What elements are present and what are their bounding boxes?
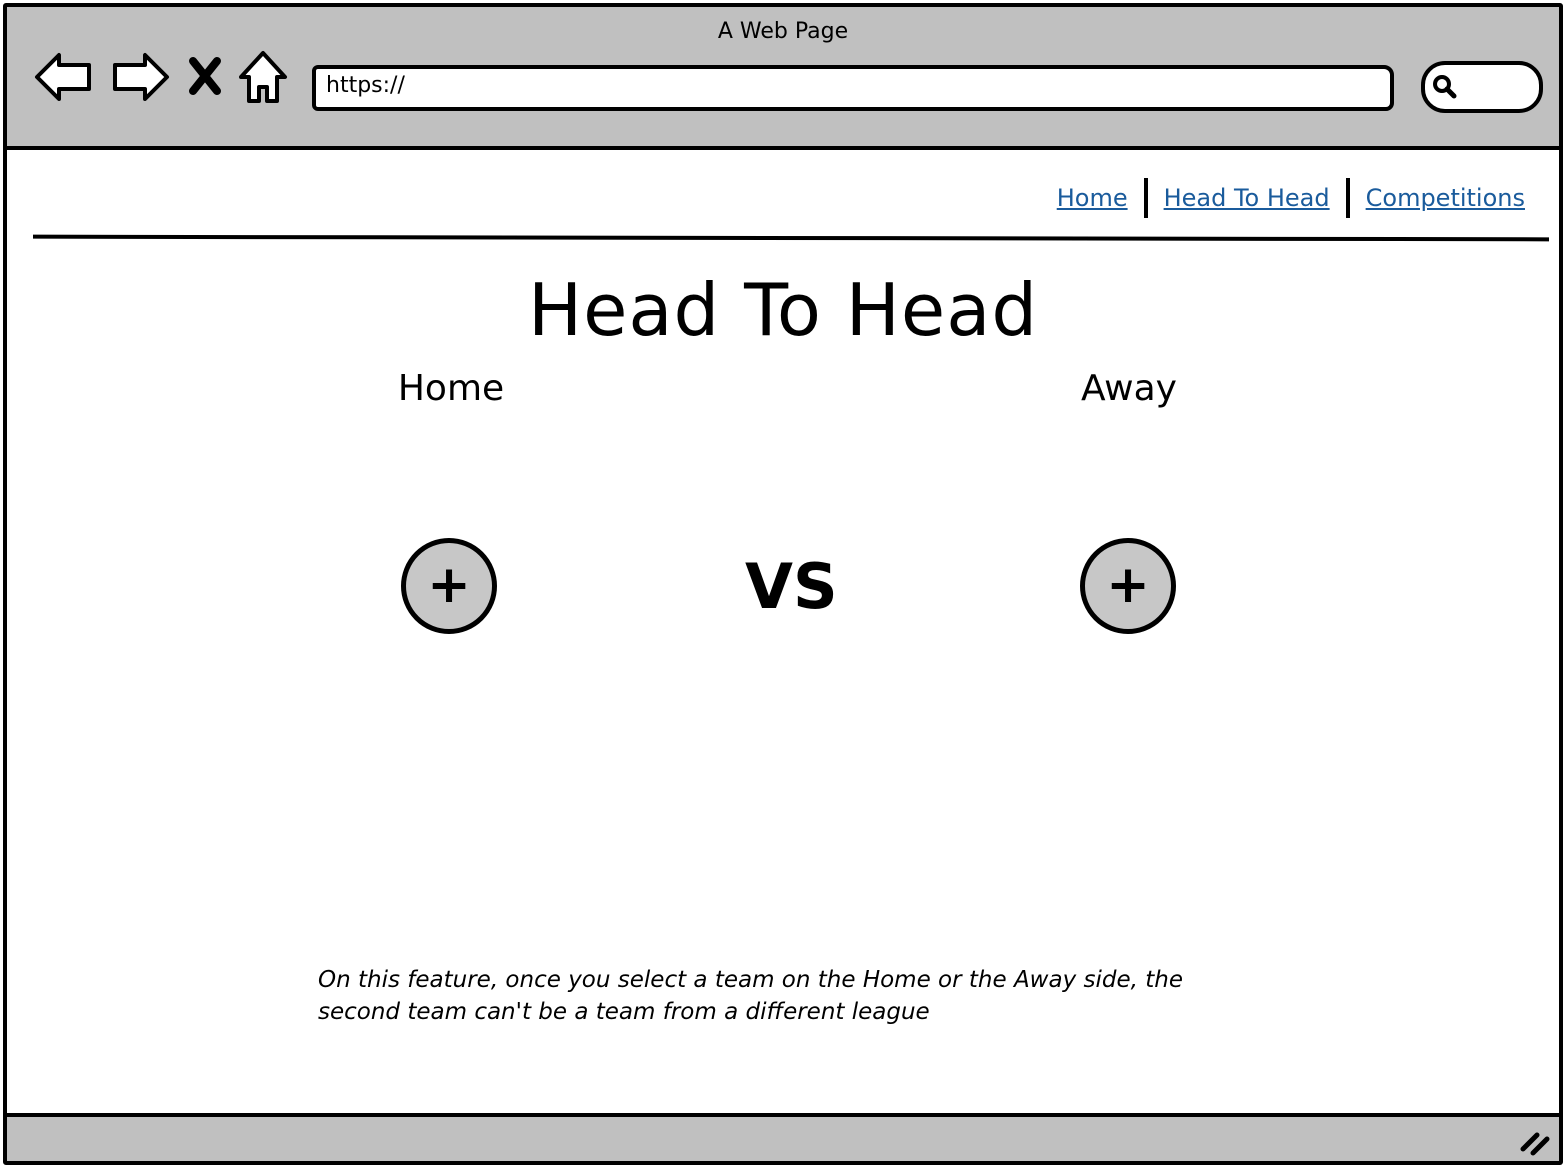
home-side-label: Home <box>397 368 505 409</box>
plus-icon: + <box>427 555 471 615</box>
page-content: Home Head To Head Competitions Head To H… <box>7 150 1559 1109</box>
window-title: A Web Page <box>717 19 849 44</box>
nav-link-home[interactable]: Home <box>1057 184 1128 212</box>
status-bar <box>7 1113 1559 1161</box>
close-icon[interactable] <box>185 49 225 105</box>
add-home-team-button[interactable]: + <box>401 538 497 634</box>
away-side-label: Away <box>1081 368 1177 409</box>
browser-toolbar: A Web Page https:// <box>7 7 1559 150</box>
header-divider <box>32 234 1550 242</box>
nav-divider <box>1143 178 1148 218</box>
address-text[interactable]: https:// <box>326 73 405 98</box>
search-box[interactable] <box>1421 61 1543 113</box>
home-icon[interactable] <box>235 49 291 105</box>
nav-divider <box>1345 178 1350 218</box>
plus-icon: + <box>1106 555 1150 615</box>
page-title: Head To Head <box>527 268 1039 352</box>
nav-link-competitions[interactable]: Competitions <box>1366 184 1525 212</box>
versus-label: VS <box>745 550 838 623</box>
address-bar[interactable]: https:// <box>312 65 1394 111</box>
back-arrow-icon[interactable] <box>33 49 97 105</box>
nav-link-head-to-head[interactable]: Head To Head <box>1164 184 1330 212</box>
feature-note: On this feature, once you select a team … <box>318 967 1183 1025</box>
search-icon[interactable] <box>1429 71 1461 103</box>
resize-handle-icon[interactable] <box>1519 1127 1553 1157</box>
browser-window: A Web Page https:// Home Head To Head Co… <box>3 3 1563 1165</box>
forward-arrow-icon[interactable] <box>107 49 171 105</box>
top-navigation: Home Head To Head Competitions <box>1057 178 1525 218</box>
add-away-team-button[interactable]: + <box>1080 538 1176 634</box>
